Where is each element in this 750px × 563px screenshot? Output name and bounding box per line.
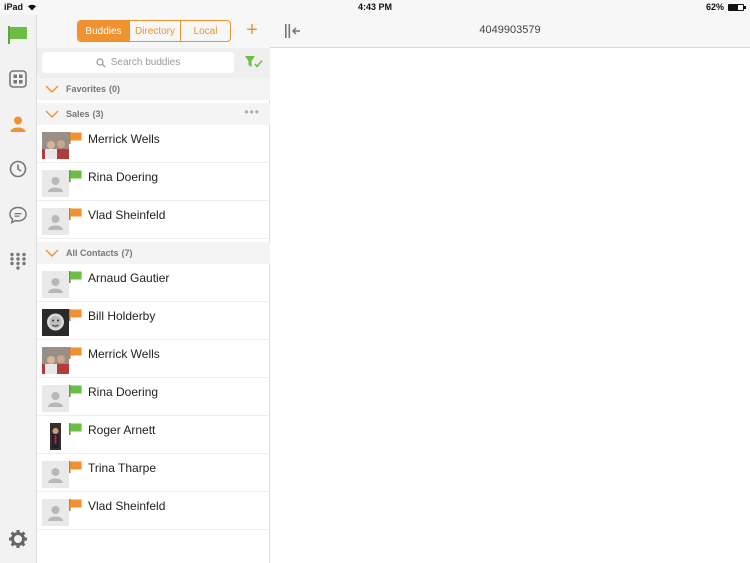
status-flag-icon <box>69 309 82 321</box>
status-flag-icon <box>69 385 82 397</box>
group-count: (0) <box>109 84 121 94</box>
buddy-panel: Buddies Directory Local + Search buddies… <box>37 15 270 563</box>
battery-icon <box>728 3 746 11</box>
status-flag-icon <box>69 423 82 435</box>
settings-icon[interactable] <box>7 528 29 550</box>
search-icon <box>96 57 106 67</box>
avatar <box>42 423 69 450</box>
list-item[interactable]: Rina Doering <box>37 378 270 416</box>
status-flag-icon <box>69 499 82 511</box>
avatar <box>42 132 69 159</box>
clock: 4:43 PM <box>357 2 392 12</box>
chevron-down-icon <box>45 85 59 93</box>
person-placeholder-icon <box>42 208 69 235</box>
add-buddy-button[interactable]: + <box>244 20 260 42</box>
contact-name: Rina Doering <box>88 170 159 184</box>
list-item[interactable]: Vlad Sheinfeld <box>37 201 270 239</box>
detail-header: 4049903579 <box>270 15 750 48</box>
contact-name: Arnaud Gautier <box>88 271 170 285</box>
status-flag-icon <box>69 132 82 144</box>
person-placeholder-icon <box>42 385 69 412</box>
source-tabs: Buddies Directory Local <box>77 20 231 42</box>
tab-directory[interactable]: Directory <box>129 21 180 41</box>
list-item[interactable]: Roger Arnett <box>37 416 270 454</box>
tab-buddies[interactable]: Buddies <box>78 21 129 41</box>
list-item[interactable]: Arnaud Gautier <box>37 264 270 302</box>
status-flag-icon <box>69 208 82 220</box>
dialpad-icon[interactable] <box>7 250 29 272</box>
contact-name: Roger Arnett <box>88 423 156 437</box>
chevron-down-icon <box>45 249 59 257</box>
search-placeholder: Search buddies <box>110 57 181 68</box>
status-flag-icon <box>69 170 82 182</box>
contact-name: Vlad Sheinfeld <box>88 208 166 222</box>
avatar <box>42 271 69 298</box>
contact-name: Vlad Sheinfeld <box>88 499 166 513</box>
detail-pane: 4049903579 <box>270 15 750 563</box>
avatar <box>42 309 69 336</box>
list-item[interactable]: Trina Tharpe <box>37 454 270 492</box>
status-flag-icon <box>69 271 82 283</box>
list-item[interactable]: Vlad Sheinfeld <box>37 492 270 530</box>
avatar <box>42 208 69 235</box>
person-placeholder-icon <box>42 271 69 298</box>
chevron-down-icon <box>45 110 59 118</box>
buddy-toolbar: Buddies Directory Local + <box>37 15 270 48</box>
battery-percent: 62% <box>705 2 724 12</box>
person-placeholder-icon <box>42 461 69 488</box>
avatar <box>42 461 69 488</box>
group-name: All Contacts <box>66 248 119 258</box>
history-icon[interactable] <box>7 158 29 180</box>
group-name: Sales <box>66 109 90 119</box>
group-name: Favorites <box>66 84 107 94</box>
person-placeholder-icon <box>42 170 69 197</box>
contact-name: Merrick Wells <box>88 132 160 146</box>
list-item[interactable]: Merrick Wells <box>37 340 270 378</box>
group-count: (7) <box>121 248 133 258</box>
contacts-icon[interactable] <box>7 113 29 135</box>
avatar <box>42 385 69 412</box>
contact-name: Rina Doering <box>88 385 159 399</box>
group-header-favorites[interactable]: Favorites (0) <box>37 78 270 100</box>
list-item[interactable]: Merrick Wells <box>37 125 270 163</box>
contact-name: Merrick Wells <box>88 347 160 361</box>
status-flag-icon <box>69 347 82 359</box>
more-options-icon[interactable]: ••• <box>244 105 260 119</box>
group-header-all-contacts[interactable]: All Contacts (7) <box>37 242 270 264</box>
flag-icon[interactable] <box>7 24 29 46</box>
group-header-sales[interactable]: Sales (3) ••• <box>37 103 270 125</box>
status-bar: iPad 4:43 PM 62% <box>0 0 750 15</box>
group-count: (3) <box>92 109 104 119</box>
list-item[interactable]: Bill Holderby <box>37 302 270 340</box>
contact-name: Bill Holderby <box>88 309 156 323</box>
chat-icon[interactable] <box>7 204 29 226</box>
dashboard-icon[interactable] <box>7 68 29 90</box>
filter-icon[interactable] <box>244 54 264 70</box>
search-input[interactable]: Search buddies <box>42 52 234 73</box>
status-flag-icon <box>69 461 82 473</box>
contact-name: Trina Tharpe <box>88 461 157 475</box>
tab-local[interactable]: Local <box>180 21 230 41</box>
page-title: 4049903579 <box>479 24 541 36</box>
avatar <box>42 499 69 526</box>
list-item[interactable]: Rina Doering <box>37 163 270 201</box>
person-placeholder-icon <box>42 499 69 526</box>
avatar <box>42 170 69 197</box>
nav-rail <box>0 15 37 563</box>
avatar <box>42 347 69 374</box>
